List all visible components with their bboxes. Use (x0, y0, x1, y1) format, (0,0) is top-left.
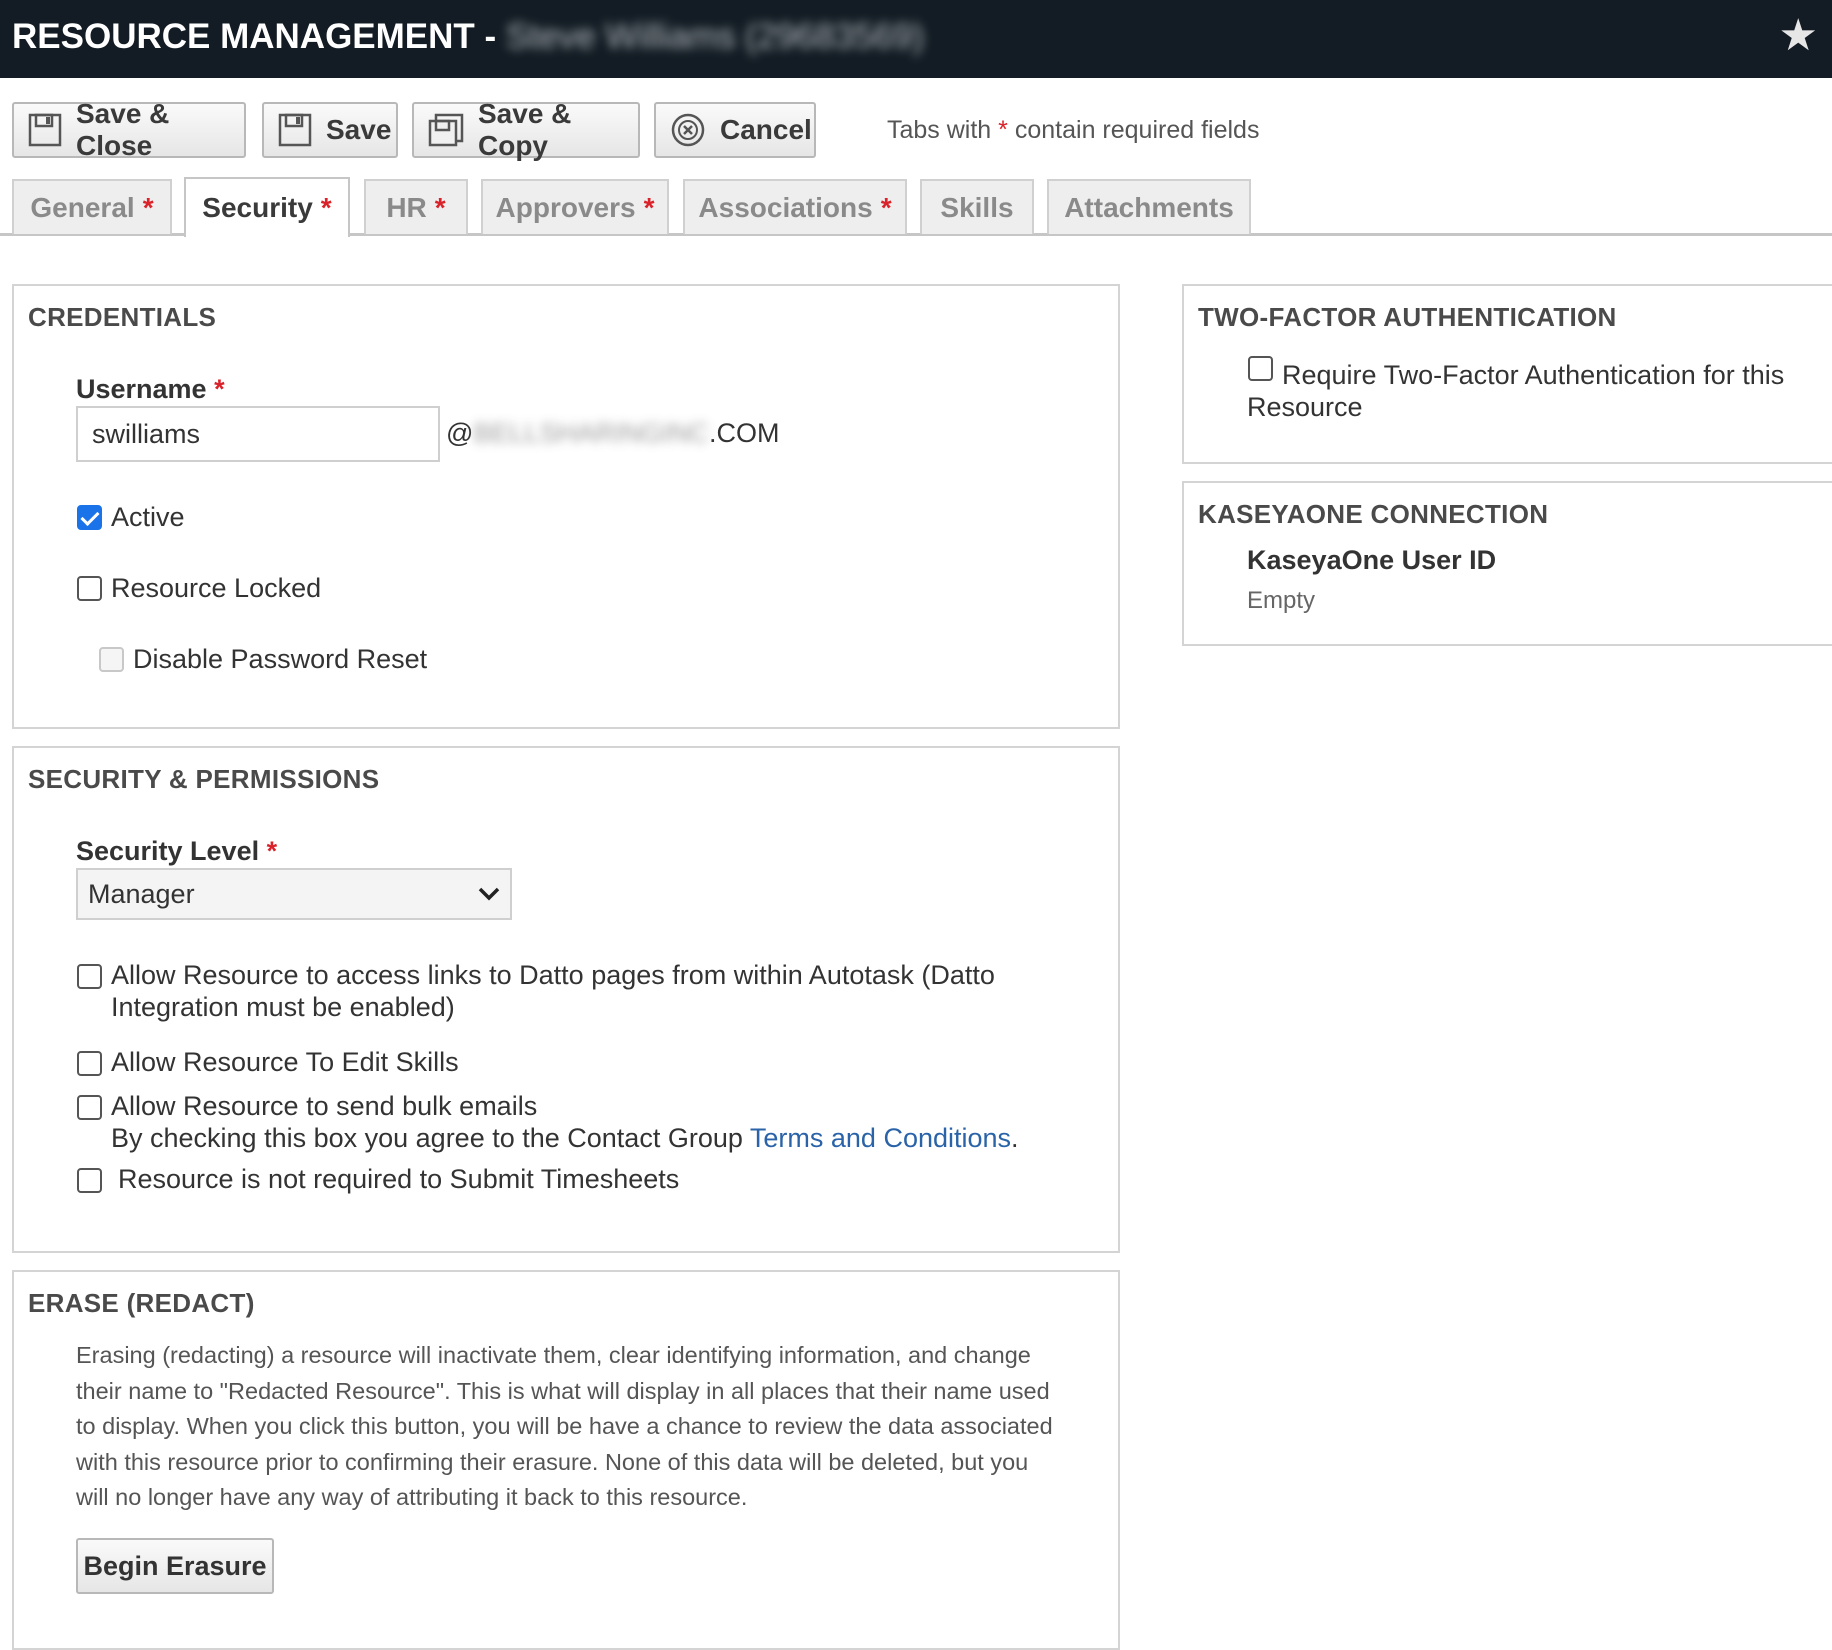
resource-locked-checkbox[interactable] (77, 576, 102, 601)
obscured-resource-name: Steve Williams (29683569) (505, 17, 925, 56)
save-copy-label: Save & Copy (478, 98, 572, 161)
hint-star: * (998, 116, 1008, 144)
security-level-value: Manager (88, 878, 195, 909)
obscured-domain: BELLSHARINGINC (473, 418, 709, 448)
two-factor-panel: TWO-FACTOR AUTHENTICATION Require Two-Fa… (1182, 284, 1832, 464)
require-two-factor-label-line2: Resource (1247, 392, 1363, 422)
security-title: SECURITY & PERMISSIONS (28, 764, 380, 794)
erase-panel: ERASE (REDACT) Erasing (redacting) a res… (12, 1270, 1120, 1650)
datto-links-label-line1: Allow Resource to access links to Datto … (111, 960, 995, 990)
domain-suffix: .COM (709, 418, 780, 448)
username-label: Username * (76, 374, 225, 405)
page-title-text: RESOURCE MANAGEMENT - (12, 17, 497, 56)
tab-label: Skills (940, 191, 1014, 223)
save-copy-icon (428, 113, 464, 147)
tab-required-star: * (880, 191, 892, 223)
bulk-email-note-text: By checking this box you agree to the Co… (111, 1123, 743, 1153)
tab-label: Attachments (1064, 191, 1234, 223)
cancel-icon (671, 113, 705, 147)
star-icon[interactable]: ★ (1779, 10, 1818, 61)
cancel-label: Cancel (720, 114, 812, 145)
tab-required-star: * (320, 192, 332, 223)
erase-title: ERASE (REDACT) (28, 1288, 255, 1318)
save-icon (28, 113, 62, 147)
datto-links-label-line2: Integration must be enabled) (111, 992, 455, 1022)
save-close-button[interactable]: Save & Close (12, 98, 246, 161)
terms-link[interactable]: Terms and Conditions (750, 1123, 1011, 1153)
edit-skills-checkbox[interactable] (77, 1051, 102, 1076)
tab-hr[interactable]: HR * (364, 179, 468, 234)
datto-links-checkbox[interactable] (77, 964, 102, 989)
username-label-text: Username (76, 374, 207, 404)
bulk-email-checkbox[interactable] (77, 1095, 102, 1120)
credentials-panel: CREDENTIALS Username * swilliams @BELLSH… (12, 284, 1120, 729)
hint-prefix: Tabs with (887, 116, 992, 144)
security-level-label: Security Level * (76, 836, 277, 867)
active-checkbox[interactable] (77, 505, 102, 530)
timesheets-label: Resource is not required to Submit Times… (118, 1164, 680, 1194)
title-bar: RESOURCE MANAGEMENT - Steve Williams (29… (0, 0, 1832, 78)
tab-label: Approvers (495, 191, 636, 223)
chevron-down-icon (478, 887, 500, 901)
required-star: * (266, 836, 278, 866)
username-input[interactable]: swilliams (76, 406, 440, 462)
tab-label: Associations (698, 191, 873, 223)
username-value: swilliams (92, 418, 200, 449)
email-domain: @BELLSHARINGINC.COM (446, 418, 780, 449)
resource-locked-label: Resource Locked (111, 573, 322, 603)
tab-required-star: * (643, 191, 655, 223)
tab-label: General (30, 191, 135, 223)
tab-general[interactable]: General * (12, 179, 172, 234)
domain-at: @ (446, 418, 474, 448)
save-label: Save (326, 114, 392, 145)
save-close-label: Save & Close (76, 98, 170, 161)
required-hint: Tabs with * contain required fields (887, 116, 1259, 145)
disable-password-reset-checkbox[interactable] (99, 647, 124, 672)
cancel-button[interactable]: Cancel (654, 102, 816, 158)
save-icon (278, 113, 312, 147)
credentials-title: CREDENTIALS (28, 302, 217, 332)
security-level-select[interactable]: Manager (76, 868, 512, 920)
kaseyaone-user-id-label: KaseyaOne User ID (1247, 545, 1497, 575)
bulk-email-label: Allow Resource to send bulk emails (111, 1091, 538, 1121)
tab-skills[interactable]: Skills (920, 179, 1034, 234)
erase-description: Erasing (redacting) a resource will inac… (76, 1342, 1053, 1510)
require-two-factor-label-line1: Require Two-Factor Authentication for th… (1282, 360, 1785, 390)
page-title: RESOURCE MANAGEMENT - Steve Williams (29… (12, 17, 924, 57)
tab-required-star: * (142, 191, 154, 223)
required-star: * (214, 374, 225, 404)
tab-required-star: * (434, 191, 446, 223)
tab-approvers[interactable]: Approvers * (481, 179, 669, 234)
tab-label: Security (202, 192, 313, 223)
disable-password-reset-label: Disable Password Reset (133, 644, 428, 674)
timesheets-checkbox[interactable] (77, 1168, 102, 1193)
tab-security[interactable]: Security * (184, 177, 350, 237)
kaseyaone-panel: KASEYAONE CONNECTION KaseyaOne User ID E… (1182, 481, 1832, 646)
tab-attachments[interactable]: Attachments (1047, 179, 1251, 234)
require-two-factor-checkbox[interactable] (1248, 356, 1273, 381)
active-label: Active (111, 502, 185, 532)
bulk-email-note: By checking this box you agree to the Co… (111, 1123, 1019, 1154)
save-button[interactable]: Save (262, 102, 398, 158)
security-permissions-panel: SECURITY & PERMISSIONS Security Level * … (12, 746, 1120, 1253)
save-copy-button[interactable]: Save & Copy (412, 98, 640, 161)
hint-suffix: contain required fields (1014, 116, 1260, 144)
security-level-label-text: Security Level (76, 836, 260, 866)
terms-period: . (1011, 1123, 1019, 1153)
tab-label: HR (386, 191, 427, 223)
kaseyaone-user-id-value: Empty (1247, 587, 1316, 614)
kaseyaone-title: KASEYAONE CONNECTION (1198, 499, 1549, 529)
begin-erasure-label: Begin Erasure (83, 1550, 267, 1581)
begin-erasure-button[interactable]: Begin Erasure (76, 1538, 274, 1594)
two-factor-title: TWO-FACTOR AUTHENTICATION (1198, 302, 1617, 332)
edit-skills-label: Allow Resource To Edit Skills (111, 1047, 459, 1077)
tab-associations[interactable]: Associations * (683, 179, 907, 234)
